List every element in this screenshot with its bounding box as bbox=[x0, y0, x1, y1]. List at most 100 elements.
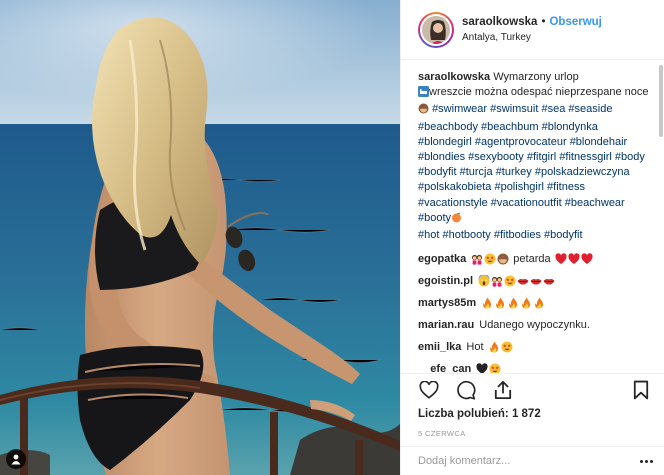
hashtag-link[interactable]: #turkey bbox=[496, 166, 532, 178]
star-eyes-emoji bbox=[501, 341, 513, 353]
comment-emoji-group bbox=[478, 275, 555, 287]
hashtag-link[interactable]: #beachwear bbox=[565, 197, 625, 209]
comment-emoji-group bbox=[471, 253, 509, 265]
comments-scrollbar[interactable] bbox=[658, 61, 664, 373]
fire-emoji bbox=[496, 297, 505, 309]
hashtag-link[interactable]: #seaside bbox=[568, 103, 612, 115]
comment-username[interactable]: emii_lka bbox=[418, 341, 461, 353]
user-tag-icon[interactable] bbox=[6, 449, 26, 469]
separator-dot: • bbox=[541, 16, 546, 28]
share-upload-icon bbox=[494, 381, 512, 399]
likes-count[interactable]: Liczba polubień: 1 872 bbox=[418, 408, 652, 420]
hashtag-link[interactable]: #fitbodies bbox=[494, 229, 541, 241]
heart-outline-icon bbox=[419, 381, 439, 399]
comment-item: martys85m bbox=[418, 295, 651, 311]
comment-emoji-group bbox=[481, 297, 545, 309]
hashtag-link[interactable]: #beachbum bbox=[481, 121, 539, 133]
comment-username[interactable]: __efe_can bbox=[418, 363, 471, 373]
caption-text-1: Wymarzony urlop bbox=[493, 71, 579, 83]
avatar-image bbox=[420, 13, 452, 46]
post-date[interactable]: 5 CZERWCA bbox=[418, 429, 652, 438]
hashtag-link[interactable]: #swimsuit bbox=[490, 103, 538, 115]
avatar[interactable] bbox=[418, 11, 454, 48]
comment-item: egoistin.pl bbox=[418, 273, 651, 289]
likes-label: Liczba polubień: bbox=[418, 408, 509, 420]
share-button[interactable] bbox=[492, 379, 514, 401]
comment-text: Udanego wypoczynku. bbox=[479, 319, 590, 332]
hashtag-link[interactable]: #bodyfit bbox=[418, 166, 457, 178]
instagram-post: saraolkowska • Obserwuj Antalya, Turkey … bbox=[0, 0, 664, 475]
comment-emoji-group bbox=[476, 363, 501, 373]
hashtag-link[interactable]: #sea bbox=[542, 103, 566, 115]
hashtag-link[interactable]: #blondehair bbox=[570, 136, 628, 148]
hashtag-link[interactable]: #fitness bbox=[547, 181, 585, 193]
comment-item: egopatka petarda bbox=[418, 251, 651, 267]
post-photo[interactable] bbox=[0, 0, 400, 475]
hashtag-link[interactable]: #vacationstyle bbox=[418, 197, 488, 209]
likes-number: 1 872 bbox=[511, 408, 541, 420]
comment-username[interactable]: egopatka bbox=[418, 253, 466, 265]
hashtag-link[interactable]: #hot bbox=[418, 229, 439, 241]
comment-rows: egopatka petarda egoistin.pl martys85m maria… bbox=[418, 251, 651, 373]
post-actions-section: Liczba polubień: 1 872 5 CZERWCA bbox=[401, 373, 664, 438]
save-button[interactable] bbox=[630, 379, 652, 401]
hashtag-link[interactable]: #blondynka bbox=[542, 121, 598, 133]
comment-item: __efe_can bbox=[418, 361, 651, 373]
hashtag-link[interactable]: #turcja bbox=[460, 166, 493, 178]
heart-emoji bbox=[581, 253, 593, 265]
hashtag-link[interactable]: #beachbody bbox=[418, 121, 478, 133]
girls-emoji bbox=[472, 255, 483, 265]
fire-emoji bbox=[522, 297, 531, 309]
hashtag-link[interactable]: #vacationoutfit bbox=[491, 197, 562, 209]
caption-hashtags-2: #hot #hotbooty #fitbodies #bodyfit bbox=[418, 229, 583, 241]
hashtag-link[interactable]: #polskadziewczyna bbox=[535, 166, 630, 178]
hashtag-link[interactable]: #blondegirl bbox=[418, 136, 472, 148]
post-location[interactable]: Antalya, Turkey bbox=[462, 32, 602, 43]
lips-emoji bbox=[530, 279, 542, 285]
comment-username[interactable]: marian.rau bbox=[418, 319, 474, 331]
scrollbar-thumb[interactable] bbox=[659, 65, 663, 137]
star-eyes-emoji bbox=[489, 363, 501, 373]
post-caption: saraolkowska Wymarzony urlop wreszcie moż… bbox=[418, 70, 651, 243]
caption-hashtags: #swimwear #swimsuit #sea #seaside #beach… bbox=[418, 103, 645, 223]
hashtag-link[interactable]: #body bbox=[615, 151, 645, 163]
comment-emoji-group bbox=[488, 341, 513, 353]
hashtag-link[interactable]: #hotbooty bbox=[442, 229, 490, 241]
comment-username[interactable]: egoistin.pl bbox=[418, 275, 473, 287]
caption-username[interactable]: saraolkowska bbox=[418, 71, 490, 83]
post-side-panel: saraolkowska • Obserwuj Antalya, Turkey … bbox=[400, 0, 664, 475]
comment-emoji-group bbox=[555, 253, 593, 265]
comment-button[interactable] bbox=[455, 379, 477, 401]
hashtag-link[interactable]: #polskakobieta bbox=[418, 181, 491, 193]
hashtag-link[interactable]: #bodyfit bbox=[544, 229, 583, 241]
post-header: saraolkowska • Obserwuj Antalya, Turkey bbox=[401, 0, 664, 60]
more-dots-icon[interactable] bbox=[637, 459, 655, 463]
star-eyes-emoji bbox=[504, 275, 516, 287]
hashtag-link[interactable]: #booty bbox=[418, 212, 451, 224]
comment-item: emii_lka Hot bbox=[418, 339, 651, 355]
comments-list[interactable]: saraolkowska Wymarzony urlop wreszcie moż… bbox=[401, 61, 659, 373]
fire-emoji bbox=[535, 297, 544, 309]
hashtag-link[interactable]: #polishgirl bbox=[494, 181, 544, 193]
peach-emoji-icon bbox=[451, 212, 462, 228]
comment-username[interactable]: martys85m bbox=[418, 297, 476, 309]
hashtag-link[interactable]: #fitgirl bbox=[527, 151, 556, 163]
fire-emoji bbox=[509, 297, 518, 309]
hashtag-link[interactable]: #blondies bbox=[418, 151, 465, 163]
comment-bubble-icon bbox=[457, 380, 476, 400]
hashtag-link[interactable]: #sexybooty bbox=[468, 151, 524, 163]
hashtag-link[interactable]: #fitnessgirl bbox=[559, 151, 612, 163]
black-heart-emoji bbox=[476, 363, 488, 373]
lips-emoji bbox=[543, 279, 555, 285]
like-button[interactable] bbox=[418, 379, 440, 401]
bed-emoji-icon bbox=[418, 86, 429, 102]
hashtag-link[interactable]: #agentprovocateur bbox=[475, 136, 567, 148]
add-comment-bar bbox=[401, 446, 664, 475]
post-username[interactable]: saraolkowska bbox=[462, 16, 537, 28]
hashtag-link[interactable]: #swimwear bbox=[432, 103, 487, 115]
follow-button[interactable]: Obserwuj bbox=[549, 16, 601, 28]
bookmark-icon bbox=[633, 380, 649, 400]
lips-emoji bbox=[517, 279, 529, 285]
comment-input[interactable] bbox=[418, 455, 637, 467]
comment-text: Hot bbox=[466, 341, 484, 354]
